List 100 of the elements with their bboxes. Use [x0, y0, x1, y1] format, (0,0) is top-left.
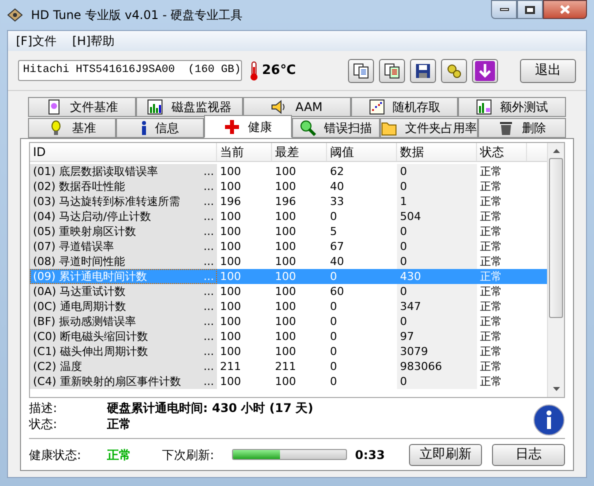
table-cell: 3079	[400, 345, 428, 358]
table-row[interactable]: (03) 马达旋转到标准转速所需 ... 196 196 33 1 正常	[30, 194, 547, 209]
table-row[interactable]: (C2) 温度 ... 211 211 0 983066 正常	[30, 359, 547, 374]
table-cell: 0	[400, 285, 407, 298]
column-header[interactable]: 当前	[217, 143, 272, 161]
table-cell: 100	[220, 180, 241, 193]
table-cell: 100	[220, 315, 241, 328]
table-row[interactable]: (02) 数据吞吐性能 ... 100 100 40 0 正常	[30, 179, 547, 194]
table-cell: 100	[275, 285, 296, 298]
column-header[interactable]: 最差	[272, 143, 327, 161]
table-cell: 正常	[480, 345, 502, 358]
table-cell: 0	[330, 210, 337, 223]
table-row[interactable]: (C0) 断电磁头缩回计数 ... 100 100 0 97 正常	[30, 329, 547, 344]
table-row[interactable]: (05) 重映射扇区计数 ... 100 100 5 0 正常	[30, 224, 547, 239]
table-cell-text: (08) 寻道时间性能	[33, 254, 126, 269]
table-cell: 正常	[480, 195, 502, 208]
table-cell: 0	[400, 180, 407, 193]
table-cell-text: ...	[202, 164, 214, 179]
table-cell: 100	[220, 270, 241, 283]
table-cell: 100	[275, 375, 296, 388]
table-row[interactable]: (08) 寻道时间性能 ... 100 100 40 0 正常	[30, 254, 547, 269]
table-cell-text: (0C) 通电周期计数	[33, 299, 127, 314]
toolbar-button[interactable]	[379, 58, 405, 82]
column-header[interactable]: 状态	[477, 143, 527, 161]
tab[interactable]: 错误扫描	[292, 118, 380, 138]
description-label: 描述:	[29, 400, 58, 416]
tab[interactable]: 删除	[478, 118, 566, 138]
table-cell: 60	[330, 285, 344, 298]
maximize-button[interactable]	[517, 0, 543, 19]
table-cell-text: (05) 重映射扇区计数	[33, 224, 138, 239]
table-cell: 100	[275, 270, 296, 283]
table-cell: 983066	[400, 360, 442, 373]
table-cell: 正常	[480, 180, 502, 193]
table-cell-text: (03) 马达旋转到标准转速所需	[33, 194, 182, 209]
table-row[interactable]: (07) 寻道错误率 ... 100 100 67 0 正常	[30, 239, 547, 254]
column-header[interactable]: ID	[30, 143, 217, 161]
table-cell-text: ...	[202, 269, 214, 284]
table-cell: 100	[220, 345, 241, 358]
tab[interactable]: 额外测试	[458, 97, 566, 117]
table-cell: 100	[220, 300, 241, 313]
table-row[interactable]: (01) 底层数据读取错误率 ... 100 100 62 0 正常	[30, 164, 547, 179]
table-row[interactable]: (C4) 重新映射的扇区事件计数 ... 100 100 0 0 正常	[30, 374, 547, 389]
table-cell-text: ...	[202, 179, 214, 194]
close-icon	[560, 5, 570, 14]
table-cell: 正常	[480, 240, 502, 253]
table-cell-text: (07) 寻道错误率	[33, 239, 116, 254]
table-cell: 100	[220, 330, 241, 343]
table-cell-text: ...	[202, 284, 214, 299]
table-cell: 0	[330, 345, 337, 358]
health-label: 健康状态:	[29, 446, 82, 464]
copy-icon	[353, 62, 369, 78]
tab[interactable]: 文件基准	[28, 97, 136, 117]
table-cell: 0	[330, 375, 337, 388]
scroll-up-icon[interactable]	[552, 149, 560, 153]
drive-dropdown[interactable]: Hitachi HTS541616J9SA00 (160 GB)	[18, 60, 242, 81]
table-cell-text: ...	[202, 239, 214, 254]
tab[interactable]: 随机存取	[350, 97, 458, 117]
menu-item[interactable]: [F]文件	[16, 32, 56, 50]
column-header[interactable]: 阈值	[327, 143, 397, 161]
table-row[interactable]: (C1) 磁头伸出周期计数 ... 100 100 0 3079 正常	[30, 344, 547, 359]
tab[interactable]: 磁盘监视器	[136, 97, 244, 117]
table-cell: 62	[330, 165, 344, 178]
table-cell-text: (04) 马达启动/停止计数	[33, 209, 152, 224]
column-header[interactable]: 数据	[397, 143, 477, 161]
scrollbar[interactable]	[547, 143, 564, 397]
toolbar-button[interactable]	[410, 58, 436, 82]
table-cell: 0	[330, 330, 337, 343]
table-row[interactable]: (04) 马达启动/停止计数 ... 100 100 0 504 正常	[30, 209, 547, 224]
table-row[interactable]: (0A) 马达重试计数 ... 100 100 60 0 正常	[30, 284, 547, 299]
table-cell: 100	[220, 285, 241, 298]
toolbar-button[interactable]	[472, 58, 498, 82]
folder-icon	[381, 120, 397, 136]
scroll-down-icon[interactable]	[552, 387, 560, 391]
thermometer-icon	[250, 60, 258, 80]
log-button[interactable]: 日志	[492, 444, 565, 466]
tab[interactable]: 基准	[28, 118, 116, 138]
table-cell: 100	[220, 225, 241, 238]
table-cell: 正常	[480, 165, 502, 178]
table-row[interactable]: (BF) 振动感测错误率 ... 100 100 0 0 正常	[30, 314, 547, 329]
minimize-button[interactable]	[491, 0, 517, 19]
toolbar-button[interactable]	[348, 58, 374, 82]
table-row[interactable]: (0C) 通电周期计数 ... 100 100 0 347 正常	[30, 299, 547, 314]
table-cell: 正常	[480, 300, 502, 313]
tab[interactable]: 健康	[204, 115, 292, 138]
table-cell: 100	[220, 255, 241, 268]
tab[interactable]: 文件夹占用率	[380, 118, 478, 138]
table-cell-text: (C2) 温度	[33, 359, 83, 374]
tab[interactable]: 信息	[116, 118, 204, 138]
refresh-button[interactable]: 立即刷新	[409, 444, 482, 466]
table-cell-text: (02) 数据吞吐性能	[33, 179, 126, 194]
close-button[interactable]	[543, 0, 587, 19]
toolbar-button[interactable]	[441, 58, 467, 82]
table-cell: 100	[220, 240, 241, 253]
menu-item[interactable]: [H]帮助	[72, 32, 115, 50]
table-cell: 67	[330, 240, 344, 253]
table-cell: 0	[400, 375, 407, 388]
table-cell: 100	[275, 315, 296, 328]
table-cell: 5	[330, 225, 337, 238]
exit-button[interactable]: 退出	[520, 58, 576, 82]
tab[interactable]: AAM	[243, 97, 351, 117]
